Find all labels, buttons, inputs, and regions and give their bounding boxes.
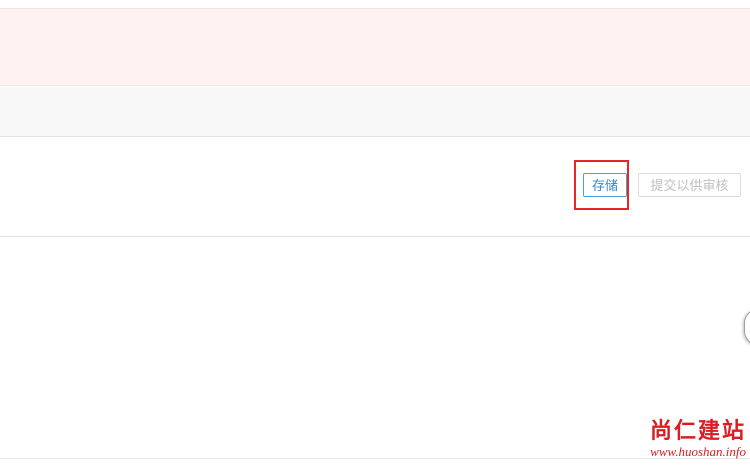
side-scroll-handle[interactable] [744, 309, 750, 345]
watermark-title: 尚仁建站 [649, 418, 746, 444]
watermark-url: www.huoshan.info [650, 444, 746, 459]
page: 存储 提交以供审核 尚仁建站 www.huoshan.info [0, 0, 750, 473]
toolbar-area [0, 87, 750, 137]
submit-for-review-button: 提交以供审核 [638, 173, 741, 197]
top-strip [0, 0, 750, 8]
watermark-logo: 尚仁建站 www.huoshan.info [622, 418, 746, 460]
save-button[interactable]: 存储 [583, 173, 627, 197]
alert-banner [0, 8, 750, 86]
